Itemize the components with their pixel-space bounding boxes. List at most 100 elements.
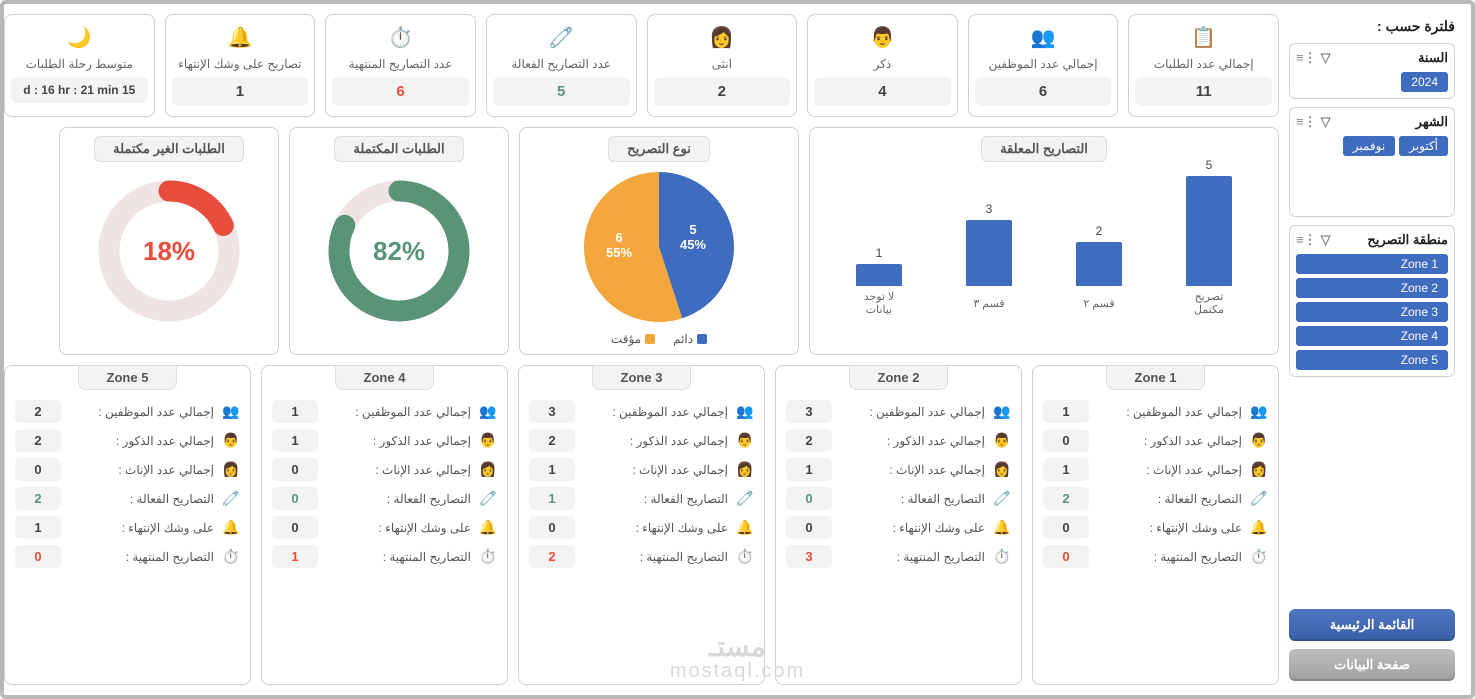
filter-chip[interactable]: Zone 2 (1296, 278, 1448, 298)
zone-metric-label: التصاريح المنتهية : (840, 550, 985, 564)
bar-rect (966, 220, 1012, 286)
kpi-label: عدد التصاريح الفعالة (511, 57, 611, 71)
zone-metric-value: 1 (15, 516, 61, 539)
zone-metric-value: 0 (272, 516, 318, 539)
zone-metric-row: 👩إجمالي عدد الإناث :0 (15, 458, 240, 481)
filter-zone-controls[interactable]: ▽ ⋮≡ (1296, 232, 1331, 248)
zone-metric-label: التصاريح المنتهية : (583, 550, 728, 564)
filter-month-label: الشهر (1416, 114, 1448, 130)
zone-metric-row: 👥إجمالي عدد الموظفين :3 (529, 400, 754, 423)
bar-value-label: 5 (1206, 158, 1213, 172)
bar-column: 2 قسم ٢ (1069, 224, 1129, 316)
bar-value-label: 3 (986, 202, 993, 216)
kpi-icon: ⏱️ (387, 23, 415, 51)
pie-chart-card: نوع التصريح 545%655% دائممؤقت (519, 127, 799, 355)
zone-title: Zone 4 (335, 365, 435, 390)
zone-metric-icon: 👨 (222, 432, 240, 449)
zone-metric-value: 1 (529, 458, 575, 481)
zone-metric-value: 0 (1043, 545, 1089, 568)
filter-sidebar: فلترة حسب : السنة ▽ ⋮≡ 2024 الشهر ▽ ⋮≡ أ… (1289, 14, 1461, 685)
zone-metric-icon: 🔔 (1250, 519, 1268, 536)
zone-metric-label: التصاريح الفعالة : (583, 492, 728, 506)
zone-metric-row: ⏱️التصاريح المنتهية :0 (1043, 545, 1268, 568)
filter-settings-icon[interactable]: ⋮≡ (1296, 232, 1317, 248)
zone-metric-row: ⏱️التصاريح المنتهية :1 (272, 545, 497, 568)
pie-legend: دائممؤقت (611, 332, 707, 346)
zone-metric-label: إجمالي عدد الذكور : (326, 434, 471, 448)
zone-metric-row: 👥إجمالي عدد الموظفين :1 (1043, 400, 1268, 423)
filter-chip[interactable]: Zone 1 (1296, 254, 1448, 274)
kpi-icon: 👥 (1029, 23, 1057, 51)
zone-metric-value: 1 (529, 487, 575, 510)
filter-year-controls[interactable]: ▽ ⋮≡ (1296, 50, 1331, 66)
zone-metric-label: التصاريح المنتهية : (326, 550, 471, 564)
filter-chip[interactable]: نوفمبر (1343, 136, 1395, 156)
zone-title: Zone 5 (78, 365, 178, 390)
zone-metric-label: على وشك الإنتهاء : (583, 521, 728, 535)
filter-funnel-icon[interactable]: ▽ (1321, 232, 1331, 248)
pie-chart: 545%655% (584, 172, 734, 322)
zone-metric-label: إجمالي عدد الإناث : (840, 463, 985, 477)
bar-chart: 5تصريح مكتمل2قسم ٢3قسم ٣1لا توجد بيانات (818, 166, 1270, 316)
bar-value-label: 2 (1096, 224, 1103, 238)
zone-card: Zone 1👥إجمالي عدد الموظفين :1👨إجمالي عدد… (1032, 365, 1279, 685)
filter-chip[interactable]: 2024 (1401, 72, 1448, 92)
kpi-value: 5 (493, 77, 630, 106)
zone-metric-icon: ⏱️ (1250, 548, 1268, 565)
zone-metric-row: 👨إجمالي عدد الذكور :2 (15, 429, 240, 452)
zone-metric-row: 🔔على وشك الإنتهاء :0 (529, 516, 754, 539)
kpi-label: إجمالي عدد الطلبات (1154, 57, 1254, 71)
filter-chip[interactable]: Zone 3 (1296, 302, 1448, 322)
charts-row: التصاريح المعلقة 5تصريح مكتمل2قسم ٢3قسم … (4, 127, 1279, 355)
kpi-value: 6 (975, 77, 1112, 106)
zone-metric-value: 1 (1043, 458, 1089, 481)
zone-metric-icon: ⏱️ (736, 548, 754, 565)
kpi-value: 11 (1135, 77, 1272, 106)
zone-metric-row: 🧷التصاريح الفعالة :0 (272, 487, 497, 510)
zone-metric-value: 2 (529, 429, 575, 452)
zone-metric-row: 👨إجمالي عدد الذكور :0 (1043, 429, 1268, 452)
filter-settings-icon[interactable]: ⋮≡ (1296, 114, 1317, 130)
zone-metric-label: التصاريح المنتهية : (69, 550, 214, 564)
zone-metric-label: إجمالي عدد الذكور : (1097, 434, 1242, 448)
filter-chip[interactable]: Zone 4 (1296, 326, 1448, 346)
kpi-label: إجمالي عدد الموظفين (989, 57, 1098, 71)
filter-settings-icon[interactable]: ⋮≡ (1296, 50, 1317, 66)
zone-metric-label: على وشك الإنتهاء : (69, 521, 214, 535)
zone-metric-row: 🧷التصاريح الفعالة :0 (786, 487, 1011, 510)
zone-metric-value: 1 (786, 458, 832, 481)
filter-month-controls[interactable]: ▽ ⋮≡ (1296, 114, 1331, 130)
zone-metric-row: 👩إجمالي عدد الإناث :1 (786, 458, 1011, 481)
zone-metric-value: 1 (272, 545, 318, 568)
zone-metric-value: 2 (15, 487, 61, 510)
kpi-card: 🌙متوسط رحلة الطلبات15 d : 16 hr : 21 min (4, 14, 155, 117)
kpi-icon: 📋 (1190, 23, 1218, 51)
zone-metric-row: 🔔على وشك الإنتهاء :1 (15, 516, 240, 539)
main-menu-button[interactable]: القائمة الرئيسية (1289, 609, 1455, 641)
legend-item: دائم (673, 332, 707, 346)
filter-month: الشهر ▽ ⋮≡ أكتوبرنوفمبر (1289, 107, 1455, 217)
pie-chart-title: نوع التصريح (608, 136, 710, 162)
zone-metric-label: إجمالي عدد الذكور : (840, 434, 985, 448)
kpi-card: ⏱️عدد التصاريح المنتهية6 (325, 14, 476, 117)
bar-category-label: تصريح مكتمل (1179, 290, 1239, 316)
zone-metric-label: إجمالي عدد الموظفين : (583, 405, 728, 419)
bar-chart-card: التصاريح المعلقة 5تصريح مكتمل2قسم ٢3قسم … (809, 127, 1279, 355)
zone-metric-icon: ⏱️ (222, 548, 240, 565)
pie-slice-label: 545% (680, 222, 706, 252)
zone-metric-icon: 👩 (1250, 461, 1268, 478)
filter-funnel-icon[interactable]: ▽ (1321, 114, 1331, 130)
zone-metric-value: 2 (15, 400, 61, 423)
zone-metric-value: 0 (15, 458, 61, 481)
filter-chip[interactable]: أكتوبر (1399, 136, 1448, 156)
bar-category-label: قسم ٢ (1083, 290, 1114, 316)
data-page-button[interactable]: صفحة البيانات (1289, 649, 1455, 681)
filter-funnel-icon[interactable]: ▽ (1321, 50, 1331, 66)
zone-card: Zone 4👥إجمالي عدد الموظفين :1👨إجمالي عدد… (261, 365, 508, 685)
zone-metric-row: ⏱️التصاريح المنتهية :2 (529, 545, 754, 568)
zone-metric-label: على وشك الإنتهاء : (840, 521, 985, 535)
bar-rect (856, 264, 902, 286)
zone-metric-icon: 👩 (736, 461, 754, 478)
filter-chip[interactable]: Zone 5 (1296, 350, 1448, 370)
kpi-value: 4 (814, 77, 951, 106)
